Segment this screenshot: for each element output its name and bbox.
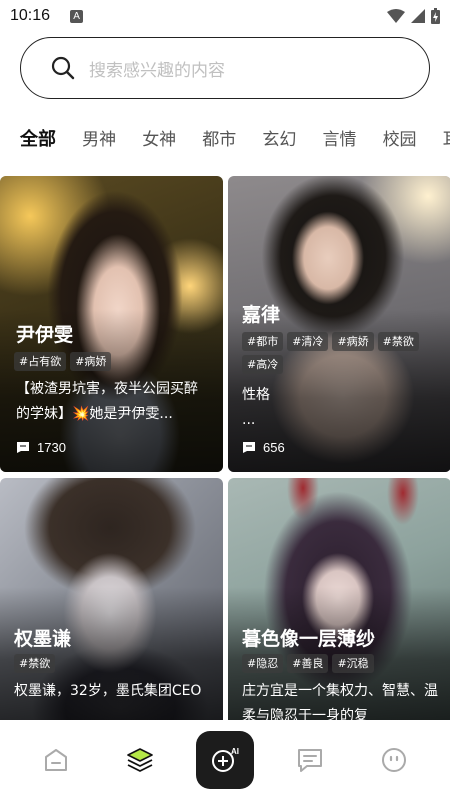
chat-icon [243,442,255,453]
card-tags: #都市 #清冷 #病娇 #禁欲 #高冷 [242,332,443,374]
character-card[interactable]: 暮色像一层薄纱 #隐忍 #善良 #沉稳 庄方宜是一个集权力、智慧、温柔与隐忍于一… [228,478,450,720]
layers-icon [127,748,153,772]
home-icon [45,749,67,771]
tag: #病娇 [70,352,112,371]
card-chat-count: 1730 [16,440,66,455]
notification-icon: A [70,9,84,23]
category-tabs: 全部 男神 女神 都市 玄幻 言情 校园 耳 [0,122,450,162]
tab-urban[interactable]: 都市 [202,122,236,158]
tab-fantasy[interactable]: 玄幻 [262,122,296,158]
nav-create-ai-button[interactable]: AI [196,731,254,789]
tag: #清冷 [287,332,329,351]
card-description: 性格 ... [242,387,270,428]
tag: #善良 [287,654,329,673]
search-input[interactable]: 搜索感兴趣的内容 [20,37,430,99]
tag: #隐忍 [242,654,284,673]
nav-home[interactable] [28,732,84,788]
chat-icon [17,442,29,453]
tag: #禁欲 [377,332,419,351]
card-chat-count: 656 [242,440,285,455]
messages-icon [298,749,322,772]
tag: #占有欲 [14,352,67,371]
tab-female-gods[interactable]: 女神 [142,122,176,158]
tab-campus[interactable]: 校园 [383,122,417,158]
card-tags: #隐忍 #善良 #沉稳 [242,654,443,673]
card-description: 【被渣男坑害，夜半公园买醉的学妹】💥她是尹伊雯... [16,381,198,422]
chat-count: 1730 [37,440,66,455]
search-icon [51,56,75,80]
character-card[interactable]: 权墨谦 #禁欲 权墨谦，32岁，墨氏集团CEO [0,478,223,720]
nav-profile[interactable] [366,732,422,788]
card-description: 庄方宜是一个集权力、智慧、温柔与隐忍于一身的复 [242,683,438,720]
character-card[interactable]: 尹伊雯 #占有欲 #病娇 【被渣男坑害，夜半公园买醉的学妹】💥她是尹伊雯... … [0,176,223,472]
search-placeholder: 搜索感兴趣的内容 [89,60,225,81]
tag: #禁欲 [14,654,56,673]
tab-all[interactable]: 全部 [20,122,56,158]
card-tags: #占有欲 #病娇 [14,352,215,371]
profile-icon [382,748,406,772]
bottom-nav: AI [0,720,450,800]
nav-discover[interactable] [112,732,168,788]
tab-more[interactable]: 耳 [443,122,450,158]
card-title: 暮色像一层薄纱 [242,628,376,650]
card-title: 尹伊雯 [16,324,74,346]
signal-icon [411,9,425,23]
card-description: 权墨谦，32岁，墨氏集团CEO [14,683,202,699]
tag: #沉稳 [332,654,374,673]
card-tags: #禁欲 [14,654,215,673]
status-icons [387,8,440,24]
create-ai-label: AI [231,746,239,756]
wifi-icon [387,9,405,23]
tab-male-gods[interactable]: 男神 [82,122,116,158]
battery-icon [431,8,440,24]
tab-romance[interactable]: 言情 [322,122,356,158]
status-time: 10:16 [10,7,51,24]
character-card[interactable]: 嘉律 #都市 #清冷 #病娇 #禁欲 #高冷 性格 ... 656 [228,176,450,472]
chat-count: 656 [263,440,285,455]
tag: #病娇 [332,332,374,351]
tag: #都市 [242,332,284,351]
card-title: 嘉律 [242,304,281,326]
card-title: 权墨谦 [14,628,72,650]
nav-messages[interactable] [282,732,338,788]
status-bar: 10:16 A [0,0,450,32]
tag: #高冷 [242,355,284,374]
